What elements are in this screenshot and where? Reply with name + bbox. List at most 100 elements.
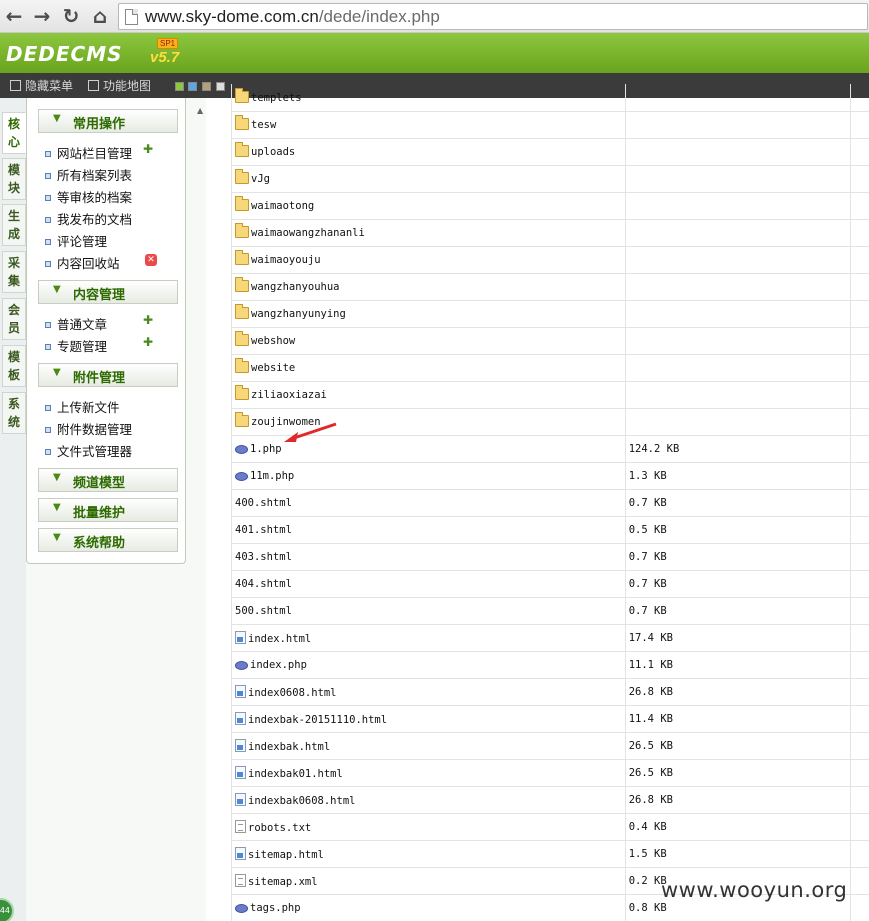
theme-swatch-brown[interactable] [202, 82, 211, 91]
file-row[interactable]: 500.shtml 0.7 KB [231, 597, 869, 625]
clear-icon[interactable]: ✕ [145, 254, 157, 266]
menu-item-upload[interactable]: 上传新文件 [45, 397, 120, 415]
file-row[interactable]: 404.shtml 0.7 KB [231, 570, 869, 598]
file-name-cell[interactable]: wangzhanyouhua [231, 273, 626, 301]
hide-menu-link[interactable]: 隐藏菜单 [10, 77, 73, 94]
file-row[interactable]: ziliaoxiazai [231, 381, 869, 409]
tab-members[interactable]: 会员 [2, 298, 26, 340]
file-name-cell[interactable]: tags.php [231, 894, 626, 921]
section-content-manage[interactable]: ▼ 内容管理 [38, 280, 178, 304]
file-row[interactable]: tesw [231, 111, 869, 139]
menu-item-file-manager[interactable]: 文件式管理器 [45, 441, 132, 459]
file-name-cell[interactable]: waimaotong [231, 192, 626, 220]
file-name[interactable]: templets [251, 92, 302, 104]
file-name[interactable]: 404.shtml [235, 578, 292, 590]
file-row[interactable]: webshow [231, 327, 869, 355]
tab-templates[interactable]: 模板 [2, 345, 26, 387]
file-row[interactable]: index.html 17.4 KB [231, 624, 869, 652]
file-name[interactable]: website [251, 362, 295, 374]
file-row[interactable]: website [231, 354, 869, 382]
menu-item-comments[interactable]: 评论管理 [45, 231, 107, 249]
file-name-cell[interactable]: wangzhanyunying [231, 300, 626, 328]
site-map-link[interactable]: 功能地图 [88, 77, 151, 94]
file-name-cell[interactable]: uploads [231, 138, 626, 166]
file-name-cell[interactable]: robots.txt [231, 813, 626, 841]
file-row[interactable]: index.php 11.1 KB [231, 651, 869, 679]
menu-item-topics[interactable]: 专题管理 ✚ [45, 336, 153, 354]
file-name-cell[interactable]: 500.shtml [231, 597, 626, 625]
file-name-cell[interactable]: index.php [231, 651, 626, 679]
file-name-cell[interactable]: indexbak0608.html [231, 786, 626, 814]
file-name[interactable]: ziliaoxiazai [251, 389, 327, 401]
add-icon[interactable]: ✚ [143, 314, 155, 326]
menu-item-column-manage[interactable]: 网站栏目管理 ✚ [45, 143, 153, 161]
file-name[interactable]: sitemap.html [248, 849, 324, 861]
file-name[interactable]: 401.shtml [235, 524, 292, 536]
file-name-cell[interactable]: 401.shtml [231, 516, 626, 544]
file-name[interactable]: 500.shtml [235, 605, 292, 617]
file-row[interactable]: vJg [231, 165, 869, 193]
file-name[interactable]: robots.txt [248, 822, 311, 834]
file-name[interactable]: 11m.php [250, 470, 294, 482]
menu-item-articles[interactable]: 普通文章 ✚ [45, 314, 153, 332]
file-name-cell[interactable]: 404.shtml [231, 570, 626, 598]
theme-swatch-green[interactable] [175, 82, 184, 91]
section-batch-maintenance[interactable]: ▼ 批量维护 [38, 498, 178, 522]
file-name-cell[interactable]: index.html [231, 624, 626, 652]
file-name[interactable]: waimaowangzhananli [251, 227, 365, 239]
file-row[interactable]: 403.shtml 0.7 KB [231, 543, 869, 571]
file-row[interactable]: index0608.html 26.8 KB [231, 678, 869, 706]
file-name[interactable]: wangzhanyouhua [251, 281, 340, 293]
section-attachments[interactable]: ▼ 附件管理 [38, 363, 178, 387]
file-name-cell[interactable]: 403.shtml [231, 543, 626, 571]
file-row[interactable]: wangzhanyunying [231, 300, 869, 328]
tab-modules[interactable]: 模块 [2, 158, 26, 200]
file-name-cell[interactable]: index0608.html [231, 678, 626, 706]
file-name[interactable]: vJg [251, 173, 270, 185]
file-row[interactable]: 400.shtml 0.7 KB [231, 489, 869, 517]
file-row[interactable]: sitemap.html 1.5 KB [231, 840, 869, 868]
file-name[interactable]: 400.shtml [235, 497, 292, 509]
file-name[interactable]: uploads [251, 146, 295, 158]
file-name-cell[interactable]: 11m.php [231, 462, 626, 490]
side-scrollbar[interactable] [192, 98, 206, 921]
file-name-cell[interactable]: indexbak-20151110.html [231, 705, 626, 733]
file-name-cell[interactable]: webshow [231, 327, 626, 355]
section-system-help[interactable]: ▼ 系统帮助 [38, 528, 178, 552]
file-row[interactable]: waimaoyouju [231, 246, 869, 274]
file-row[interactable]: robots.txt 0.4 KB [231, 813, 869, 841]
file-name[interactable]: 1.php [250, 443, 282, 455]
file-row[interactable]: indexbak-20151110.html 11.4 KB [231, 705, 869, 733]
section-common-ops[interactable]: ▼ 常用操作 [38, 109, 178, 133]
file-name[interactable]: index0608.html [248, 687, 337, 699]
file-name-cell[interactable]: website [231, 354, 626, 382]
section-channel-models[interactable]: ▼ 频道模型 [38, 468, 178, 492]
file-name-cell[interactable]: indexbak.html [231, 732, 626, 760]
file-name[interactable]: indexbak.html [248, 741, 330, 753]
file-row[interactable]: wangzhanyouhua [231, 273, 869, 301]
add-icon[interactable]: ✚ [143, 143, 155, 155]
file-name[interactable]: indexbak01.html [248, 768, 343, 780]
file-name-cell[interactable]: waimaoyouju [231, 246, 626, 274]
file-name-cell[interactable]: sitemap.html [231, 840, 626, 868]
file-row[interactable]: indexbak0608.html 26.8 KB [231, 786, 869, 814]
file-row[interactable]: templets [231, 84, 869, 112]
home-icon[interactable]: ⌂ [89, 5, 111, 27]
file-row[interactable]: indexbak.html 26.5 KB [231, 732, 869, 760]
file-name-cell[interactable]: vJg [231, 165, 626, 193]
file-row[interactable]: 401.shtml 0.5 KB [231, 516, 869, 544]
file-row[interactable]: indexbak01.html 26.5 KB [231, 759, 869, 787]
file-row[interactable]: waimaowangzhananli [231, 219, 869, 247]
address-bar[interactable]: www.sky-dome.com.cn/dede/index.php [118, 3, 868, 30]
file-name[interactable]: index.php [250, 659, 307, 671]
file-name-cell[interactable]: templets [231, 84, 626, 112]
theme-swatch-blue[interactable] [188, 82, 197, 91]
menu-item-recycle-bin[interactable]: 内容回收站 ✕ [45, 253, 157, 271]
menu-item-all-archives[interactable]: 所有档案列表 [45, 165, 132, 183]
file-name[interactable]: 403.shtml [235, 551, 292, 563]
file-name[interactable]: index.html [248, 633, 311, 645]
file-name[interactable]: indexbak0608.html [248, 795, 355, 807]
file-name-cell[interactable]: indexbak01.html [231, 759, 626, 787]
file-name[interactable]: waimaotong [251, 200, 314, 212]
back-arrow-icon[interactable]: ← [3, 5, 25, 27]
